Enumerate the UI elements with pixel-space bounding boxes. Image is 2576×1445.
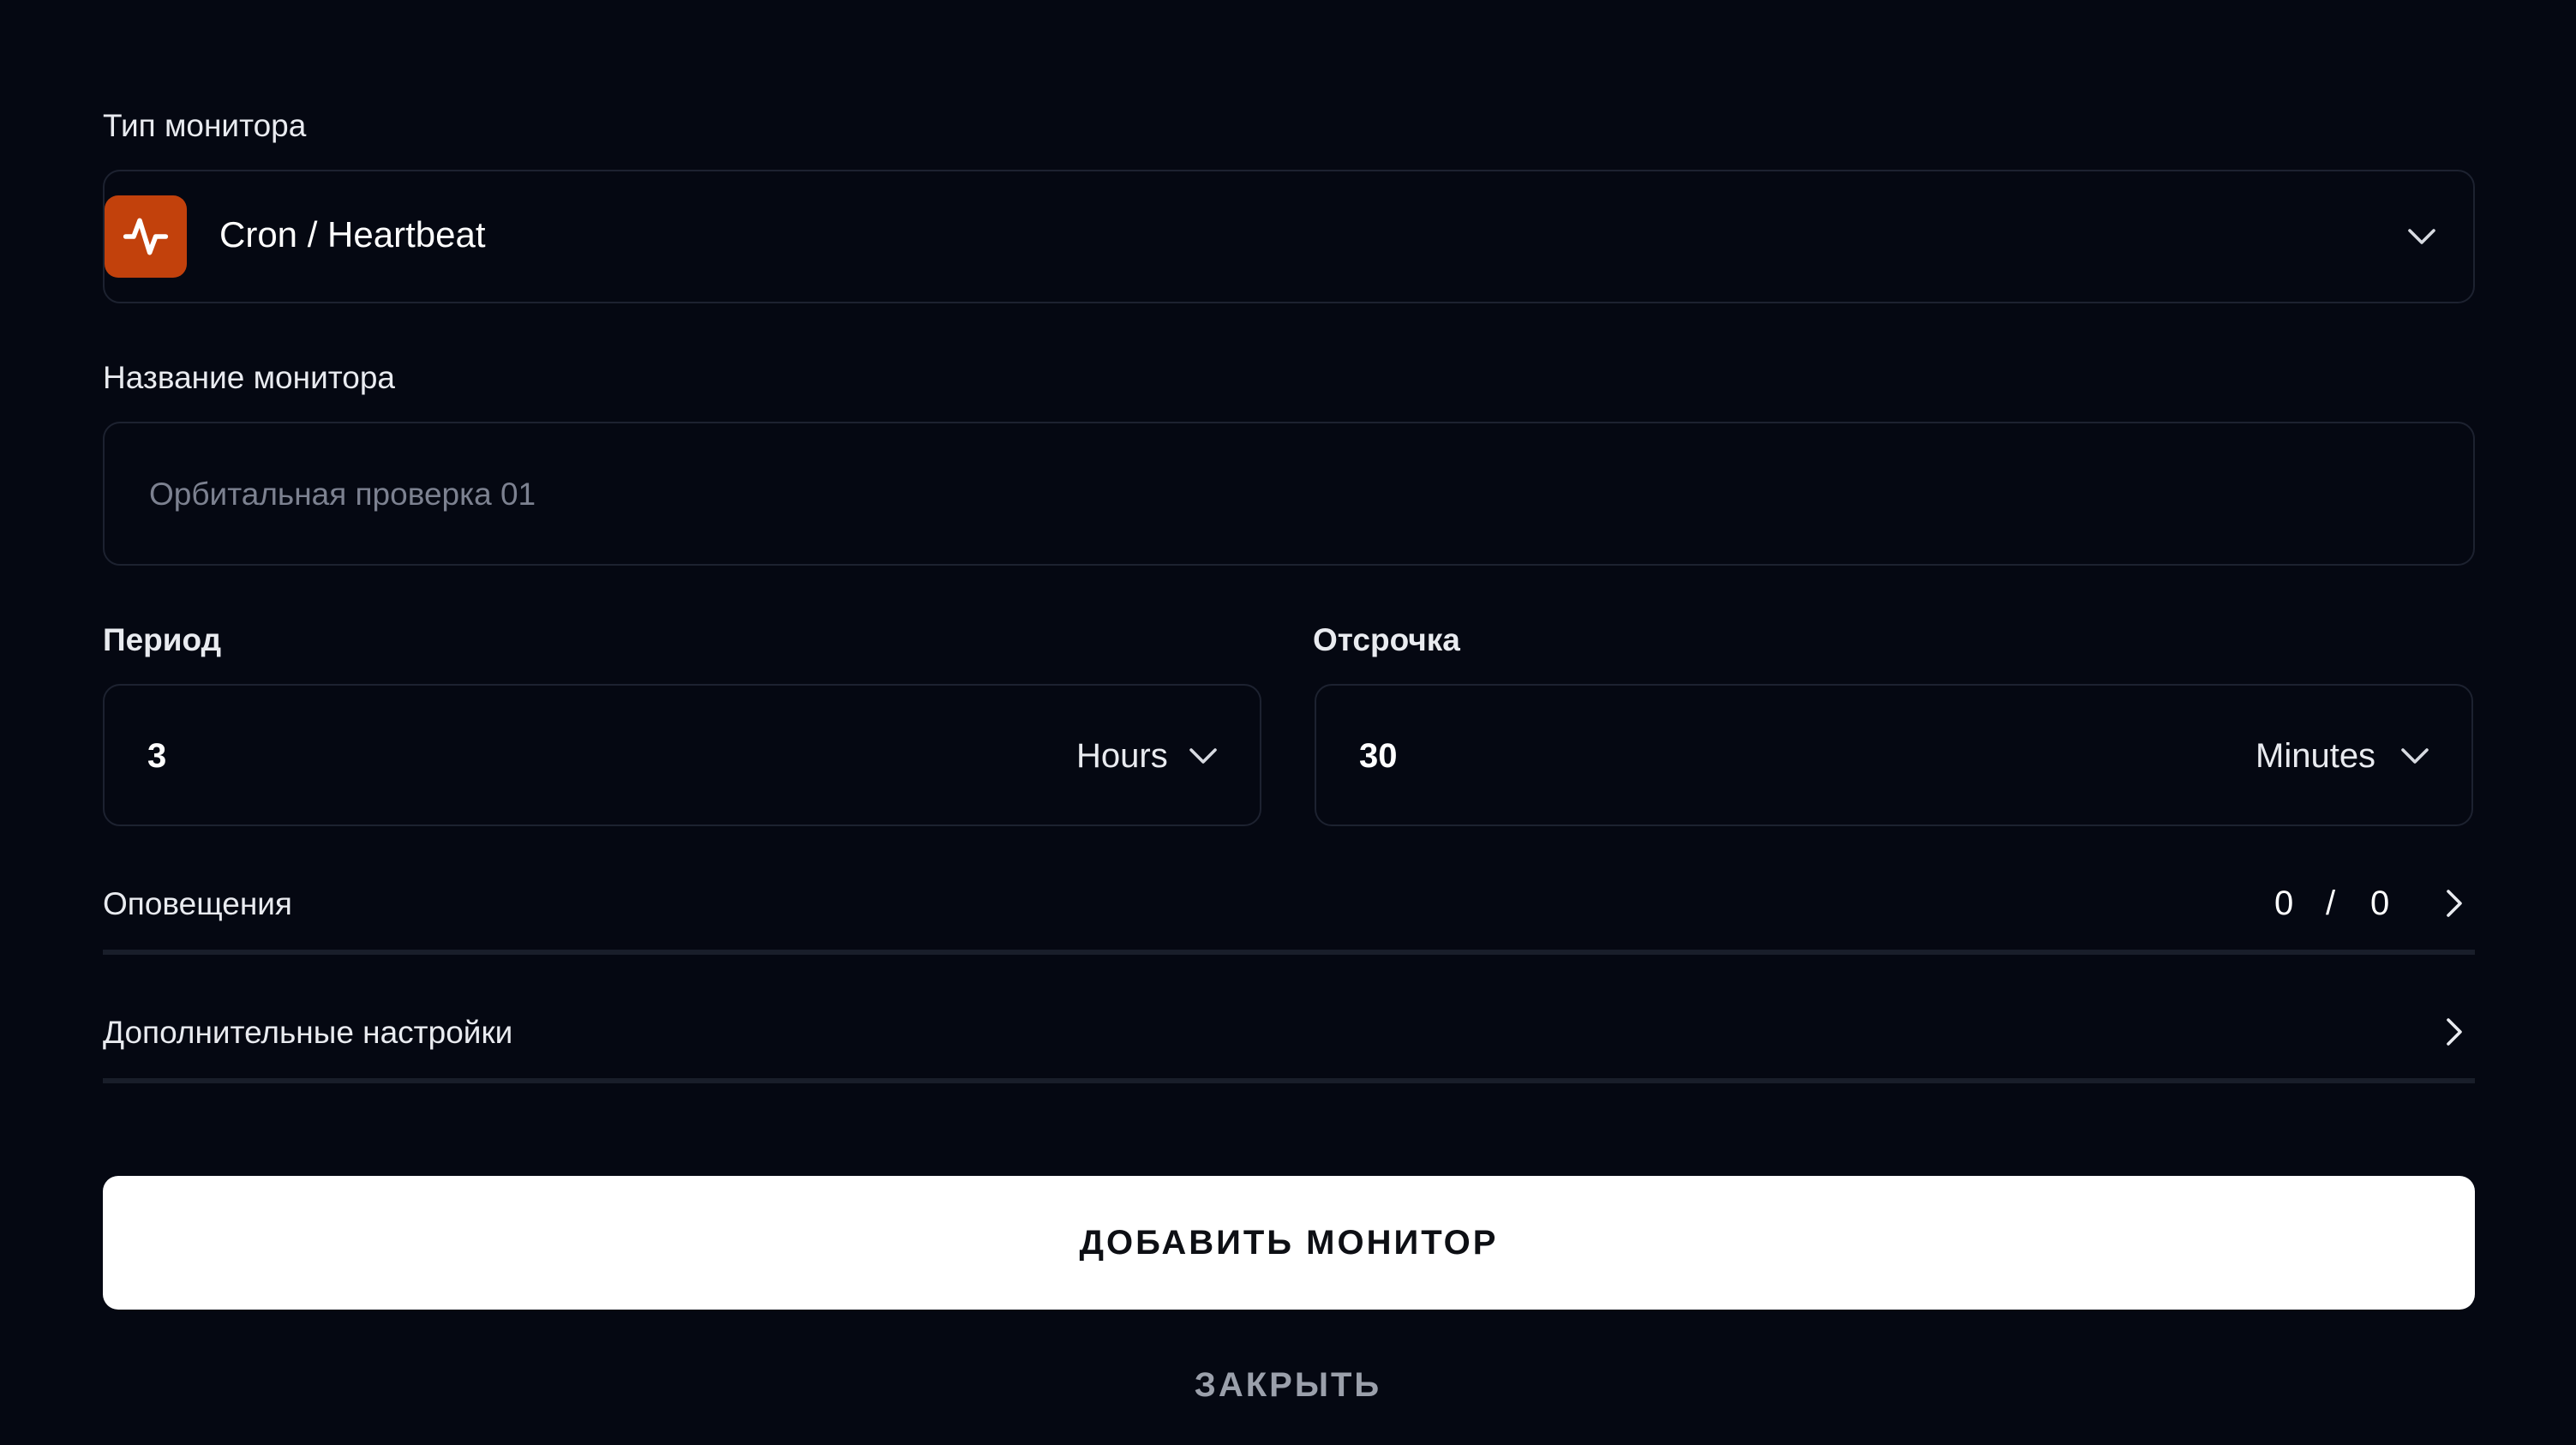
notifications-separator: / (2326, 884, 2336, 922)
chevron-down-icon (2408, 229, 2435, 244)
heartbeat-icon (105, 195, 187, 278)
chevron-right-icon (2447, 1018, 2462, 1046)
period-value: 3 (147, 737, 167, 775)
monitor-type-value: Cron / Heartbeat (219, 214, 486, 255)
grace-unit-select[interactable]: Minutes (2255, 737, 2375, 776)
period-unit-select[interactable]: Hours (1076, 737, 1168, 776)
grace-field[interactable]: 30 Minutes (1315, 684, 2473, 826)
monitor-name-field (103, 422, 2475, 566)
period-field[interactable]: 3 Hours (103, 684, 1261, 826)
divider (103, 1078, 2475, 1083)
close-button[interactable]: ЗАКРЫТЬ (0, 1366, 2576, 1405)
divider (103, 950, 2475, 955)
grace-label: Отсрочка (1313, 622, 1460, 657)
notifications-count-right: 0 (2370, 884, 2390, 922)
advanced-settings-label: Дополнительные настройки (103, 1015, 513, 1050)
monitor-type-label: Тип монитора (103, 108, 307, 143)
grace-value: 30 (1359, 737, 1398, 775)
chevron-down-icon (2401, 748, 2429, 764)
monitor-type-select[interactable]: Cron / Heartbeat (103, 170, 2475, 303)
chevron-down-icon (1189, 748, 1217, 764)
chevron-right-icon (2447, 890, 2462, 917)
period-label: Период (103, 622, 222, 657)
add-monitor-button[interactable]: ДОБАВИТЬ МОНИТОР (103, 1176, 2475, 1310)
monitor-name-input[interactable] (147, 423, 2430, 566)
notifications-label: Оповещения (103, 886, 292, 921)
monitor-name-label: Название монитора (103, 360, 396, 395)
notifications-count-left: 0 (2274, 884, 2294, 922)
